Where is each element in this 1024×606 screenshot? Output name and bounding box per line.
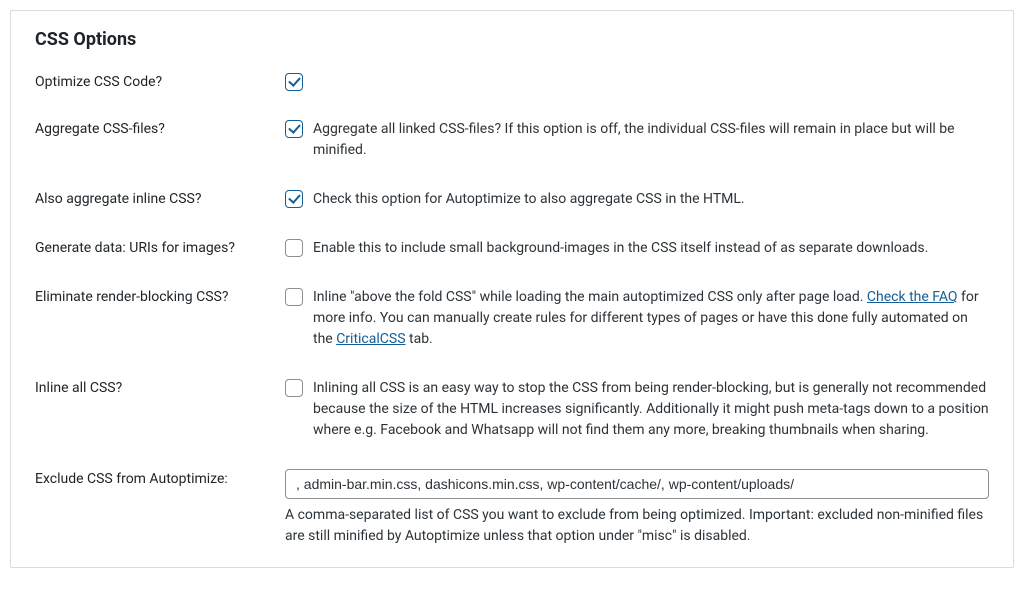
render-blocking-description: Inline "above the fold CSS" while loadin… — [313, 287, 989, 350]
inline-all-label: Inline all CSS? — [35, 378, 285, 396]
exclude-css-input[interactable] — [285, 469, 989, 499]
inline-all-checkbox[interactable] — [285, 379, 303, 397]
data-uri-description: Enable this to include small background-… — [313, 238, 928, 259]
aggregate-inline-checkbox[interactable] — [285, 190, 303, 208]
render-blocking-desc-pre: Inline "above the fold CSS" while loadin… — [313, 289, 867, 305]
row-exclude-css: Exclude CSS from Autoptimize: A comma-se… — [35, 469, 989, 547]
inline-all-description: Inlining all CSS is an easy way to stop … — [313, 378, 989, 441]
aggregate-css-label: Aggregate CSS-files? — [35, 119, 285, 137]
row-optimize-css: Optimize CSS Code? — [35, 72, 989, 91]
render-blocking-label: Eliminate render-blocking CSS? — [35, 287, 285, 305]
row-render-blocking: Eliminate render-blocking CSS? Inline "a… — [35, 287, 989, 350]
data-uri-checkbox[interactable] — [285, 239, 303, 257]
css-options-panel: CSS Options Optimize CSS Code? Aggregate… — [10, 10, 1014, 568]
row-data-uri: Generate data: URIs for images? Enable t… — [35, 238, 989, 259]
aggregate-css-checkbox[interactable] — [285, 120, 303, 138]
render-blocking-desc-post: tab. — [406, 331, 433, 347]
check-faq-link[interactable]: Check the FAQ — [867, 289, 958, 305]
row-aggregate-inline-css: Also aggregate inline CSS? Check this op… — [35, 189, 989, 210]
exclude-css-label: Exclude CSS from Autoptimize: — [35, 469, 285, 487]
aggregate-inline-label: Also aggregate inline CSS? — [35, 189, 285, 207]
row-inline-all: Inline all CSS? Inlining all CSS is an e… — [35, 378, 989, 441]
section-title: CSS Options — [35, 29, 989, 50]
optimize-css-checkbox[interactable] — [285, 73, 303, 91]
aggregate-inline-description: Check this option for Autoptimize to als… — [313, 189, 745, 210]
criticalcss-link[interactable]: CriticalCSS — [336, 331, 405, 347]
row-aggregate-css: Aggregate CSS-files? Aggregate all linke… — [35, 119, 989, 161]
data-uri-label: Generate data: URIs for images? — [35, 238, 285, 256]
aggregate-css-description: Aggregate all linked CSS-files? If this … — [313, 119, 989, 161]
optimize-css-label: Optimize CSS Code? — [35, 72, 285, 90]
render-blocking-checkbox[interactable] — [285, 288, 303, 306]
exclude-css-help: A comma-separated list of CSS you want t… — [285, 505, 989, 547]
